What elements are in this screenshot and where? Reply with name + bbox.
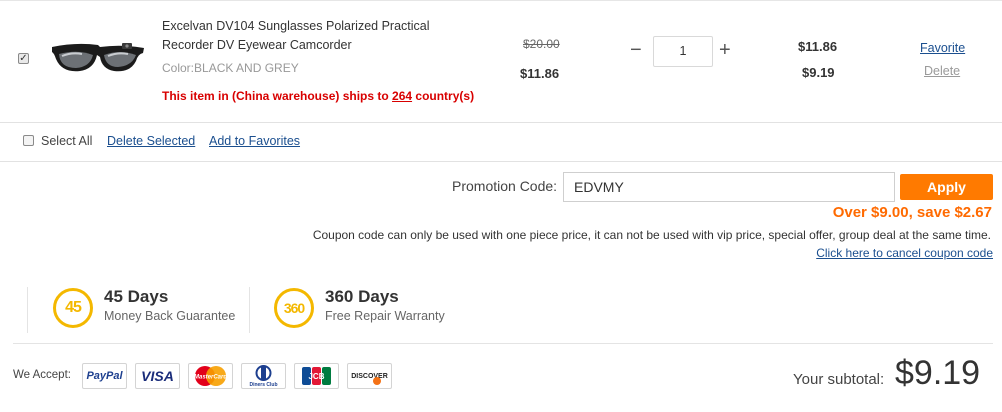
jcb-logo: JCB (294, 363, 339, 389)
we-accept-label: We Accept: (13, 369, 71, 381)
guarantee-subtitle: Money Back Guarantee (104, 309, 236, 323)
promotion-code-label: Promotion Code: (452, 178, 558, 194)
diners-club-logo-text: Diners Club (249, 382, 277, 388)
product-color: Color:BLACK AND GREY (162, 61, 299, 75)
discover-logo-text: DISCOVER (351, 372, 388, 380)
mastercard-icon: MasterCard (194, 366, 227, 386)
quantity-increase-button[interactable]: + (719, 40, 731, 60)
mastercard-logo: MasterCard (188, 363, 233, 389)
jcb-icon: JCB (302, 367, 331, 385)
product-title[interactable]: Excelvan DV104 Sunglasses Polarized Prac… (162, 17, 462, 55)
product-image[interactable] (46, 33, 146, 83)
unit-price: $11.86 (520, 66, 560, 81)
add-to-favorites-link[interactable]: Add to Favorites (209, 134, 300, 148)
promotion-code-input[interactable]: EDVMY (563, 172, 895, 202)
paypal-logo: PayPal (82, 363, 127, 389)
select-all-checkbox[interactable] (23, 135, 34, 146)
line-discounted-price: $9.19 (802, 65, 835, 80)
subtotal-label: Your subtotal: (793, 371, 885, 388)
delete-link[interactable]: Delete (924, 64, 960, 78)
visa-logo-text: VISA (141, 368, 174, 384)
item-checkbox[interactable]: ✓ (18, 53, 29, 64)
guarantee-divider (249, 287, 250, 333)
guarantee-title: 360 Days (325, 287, 399, 306)
shipping-note-prefix: This item in (China warehouse) ships to (162, 89, 393, 103)
coupon-note: Coupon code can only be used with one pi… (312, 228, 991, 242)
paypal-logo-text: PayPal (86, 370, 123, 382)
shipping-note-suffix: country(s) (412, 89, 475, 103)
guarantee-divider (27, 287, 28, 333)
cancel-coupon-link[interactable]: Click here to cancel coupon code (816, 246, 993, 260)
diners-club-logo: Diners Club (241, 363, 286, 389)
guarantee-subtitle: Free Repair Warranty (325, 309, 445, 323)
favorite-link[interactable]: Favorite (920, 41, 965, 55)
discover-logo: DISCOVER (347, 363, 392, 389)
section-divider (0, 161, 1002, 162)
diners-club-icon: Diners Club (249, 365, 278, 388)
mastercard-logo-text: MasterCard (194, 375, 227, 381)
shipping-note: This item in (China warehouse) ships to … (162, 89, 474, 103)
line-total-price: $11.86 (798, 39, 838, 54)
discover-dot-icon (373, 377, 381, 385)
select-all-label[interactable]: Select All (41, 134, 92, 148)
quantity-input[interactable]: 1 (653, 36, 713, 67)
repair-warranty-badge-icon: 360 (274, 288, 314, 328)
footer-divider (13, 343, 993, 344)
top-border (0, 0, 1002, 1)
delete-selected-link[interactable]: Delete Selected (107, 134, 195, 148)
apply-button[interactable]: Apply (900, 174, 993, 200)
sunglasses-image (52, 43, 144, 72)
jcb-logo-text: JCB (308, 372, 324, 381)
guarantee-title: 45 Days (104, 287, 169, 306)
money-back-badge-icon: 45 (53, 288, 93, 328)
quantity-decrease-button[interactable]: − (630, 40, 642, 60)
row-divider (0, 122, 1002, 123)
original-price: $20.00 (523, 37, 560, 51)
shipping-country-count[interactable]: 264 (392, 89, 412, 103)
savings-text: Over $9.00, save $2.67 (832, 204, 992, 221)
visa-logo: VISA (135, 363, 180, 389)
subtotal-value: $9.19 (895, 354, 981, 392)
